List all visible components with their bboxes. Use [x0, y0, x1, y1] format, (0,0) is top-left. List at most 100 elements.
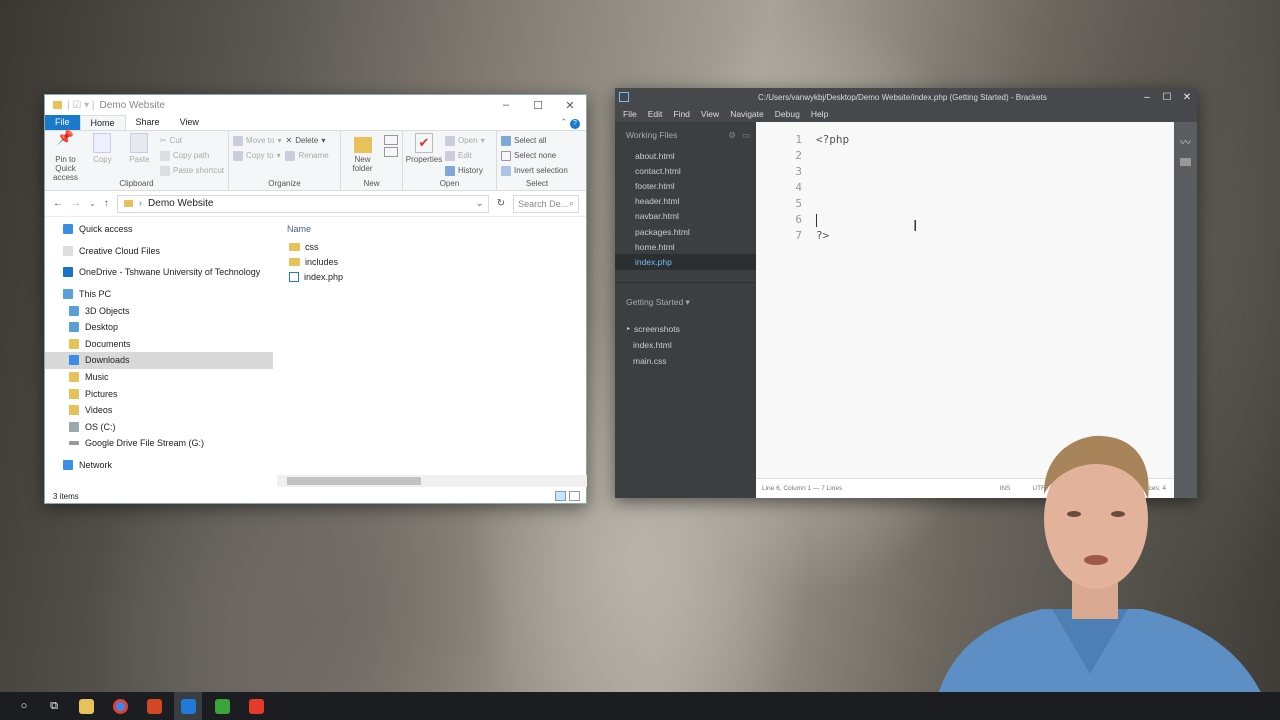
- maximize-button[interactable]: ☐: [1157, 92, 1177, 103]
- search-icon[interactable]: ○: [12, 692, 36, 720]
- rename-button[interactable]: Rename: [285, 148, 329, 163]
- nav-documents[interactable]: Documents: [45, 336, 273, 353]
- gear-icon[interactable]: ⚙: [728, 130, 736, 141]
- nav-google-drive[interactable]: Google Drive File Stream (G:): [45, 435, 273, 452]
- move-to-button[interactable]: Move to ▾: [233, 133, 281, 148]
- copy-to-button[interactable]: Copy to ▾: [233, 148, 281, 163]
- column-header-name[interactable]: Name: [277, 219, 586, 239]
- project-dropdown[interactable]: Getting Started ▾: [615, 297, 756, 311]
- working-file-navbar[interactable]: navbar.html: [615, 209, 756, 224]
- delete-icon: ✕: [285, 136, 293, 145]
- new-folder-button[interactable]: New folder: [346, 133, 380, 173]
- help-icon[interactable]: ⌃ ?: [554, 115, 586, 130]
- nav-3d-objects[interactable]: 3D Objects: [45, 302, 273, 319]
- quick-access-toolbar-icon[interactable]: | ☑ ▾ |: [67, 100, 95, 111]
- menu-view[interactable]: View: [701, 109, 719, 119]
- scrollbar-thumb[interactable]: [287, 477, 421, 485]
- details-view-icon[interactable]: [555, 491, 566, 501]
- nav-downloads[interactable]: Downloads: [45, 352, 273, 369]
- nav-music[interactable]: Music: [45, 369, 273, 386]
- split-view-icon[interactable]: ▭: [742, 130, 750, 141]
- menu-edit[interactable]: Edit: [648, 109, 663, 119]
- ribbon: 📌 Pin to Quick access Copy Paste ✂ Cut Cop…: [45, 130, 586, 191]
- paste-shortcut-button[interactable]: Paste shortcut: [159, 163, 224, 178]
- file-row-includes[interactable]: includes: [277, 254, 586, 269]
- menu-find[interactable]: Find: [673, 109, 690, 119]
- pin-button[interactable]: 📌 Pin to Quick access: [49, 130, 82, 182]
- working-file-home[interactable]: home.html: [615, 239, 756, 254]
- properties-button[interactable]: ✔ Properties: [406, 133, 442, 178]
- taskbar-file-explorer[interactable]: [72, 692, 100, 720]
- close-button[interactable]: ✕: [554, 99, 586, 112]
- nav-this-pc[interactable]: This PC: [45, 286, 273, 303]
- extension-manager-icon[interactable]: [1180, 158, 1191, 166]
- invert-selection-button[interactable]: Invert selection: [501, 163, 573, 178]
- nav-os-drive[interactable]: OS (C:): [45, 419, 273, 436]
- menu-debug[interactable]: Debug: [775, 109, 800, 119]
- taskbar-brackets[interactable]: [174, 692, 202, 720]
- taskbar-camtasia[interactable]: [208, 692, 236, 720]
- nav-pictures[interactable]: Pictures: [45, 385, 273, 402]
- working-file-footer[interactable]: footer.html: [615, 178, 756, 193]
- cut-button[interactable]: ✂ Cut: [160, 133, 224, 148]
- working-file-packages[interactable]: packages.html: [615, 224, 756, 239]
- project-folder-screenshots[interactable]: ▸ screenshots: [615, 321, 756, 337]
- nav-onedrive[interactable]: OneDrive - Tshwane University of Technol…: [45, 264, 273, 281]
- task-view-icon[interactable]: ⧉: [42, 692, 66, 720]
- forward-arrow-icon[interactable]: →: [71, 198, 81, 209]
- line-number: 7: [795, 229, 802, 242]
- minimize-button[interactable]: –: [1137, 92, 1157, 103]
- nav-videos[interactable]: Videos: [45, 402, 273, 419]
- refresh-icon[interactable]: ↻: [497, 198, 505, 209]
- working-file-contact[interactable]: contact.html: [615, 163, 756, 178]
- taskbar-chrome[interactable]: [106, 692, 134, 720]
- horizontal-scrollbar[interactable]: [277, 475, 587, 487]
- history-button[interactable]: History: [445, 163, 485, 178]
- tab-view[interactable]: View: [170, 115, 209, 130]
- large-icons-view-icon[interactable]: [569, 491, 580, 501]
- working-file-header[interactable]: header.html: [615, 194, 756, 209]
- menu-file[interactable]: File: [623, 109, 637, 119]
- ibeam-cursor-icon: I: [913, 218, 918, 235]
- new-item-icon[interactable]: [383, 135, 398, 145]
- tab-share[interactable]: Share: [126, 115, 170, 130]
- select-none-button[interactable]: Select none: [501, 148, 573, 163]
- edit-button[interactable]: Edit: [445, 148, 485, 163]
- open-button[interactable]: Open ▾: [445, 133, 485, 148]
- taskbar-recorder[interactable]: [242, 692, 270, 720]
- nav-desktop[interactable]: Desktop: [45, 319, 273, 336]
- tab-home[interactable]: Home: [79, 115, 126, 130]
- recent-chevron-icon[interactable]: ⌄: [89, 199, 96, 208]
- folder-icon: [53, 101, 62, 109]
- brackets-file-icon: [289, 271, 299, 282]
- maximize-button[interactable]: ☐: [522, 99, 554, 112]
- menu-help[interactable]: Help: [811, 109, 828, 119]
- delete-button[interactable]: ✕ Delete ▾: [285, 133, 328, 148]
- taskbar-powerpoint[interactable]: [140, 692, 168, 720]
- working-file-index-php[interactable]: index.php: [615, 254, 756, 270]
- address-bar[interactable]: › Demo Website ⌄: [116, 194, 489, 213]
- paste-button[interactable]: Paste: [123, 133, 156, 182]
- file-row-index-php[interactable]: index.php: [277, 269, 586, 284]
- search-input[interactable]: Search De... ⌕: [513, 194, 580, 213]
- back-arrow-icon[interactable]: ←: [53, 198, 63, 209]
- file-row-css[interactable]: css: [277, 239, 586, 254]
- nav-creative-cloud[interactable]: Creative Cloud Files: [45, 243, 273, 260]
- live-preview-icon[interactable]: 〰: [1174, 134, 1197, 150]
- minimize-button[interactable]: –: [490, 99, 522, 112]
- address-dropdown-icon[interactable]: ⌄: [475, 198, 487, 209]
- nav-network[interactable]: Network: [45, 457, 273, 474]
- select-all-button[interactable]: Select all: [501, 133, 573, 148]
- cube-icon: [69, 305, 79, 316]
- menu-navigate[interactable]: Navigate: [730, 109, 764, 119]
- copy-path-button[interactable]: Copy path: [159, 148, 224, 163]
- close-button[interactable]: ✕: [1177, 92, 1197, 103]
- tab-file[interactable]: File: [45, 115, 80, 130]
- nav-quick-access[interactable]: Quick access: [45, 221, 273, 238]
- up-arrow-icon[interactable]: ↑: [104, 198, 109, 209]
- copy-button[interactable]: Copy: [86, 133, 119, 182]
- project-file-main-css[interactable]: main.css: [615, 353, 756, 369]
- easy-access-icon[interactable]: [383, 147, 398, 157]
- project-file-index-html[interactable]: index.html: [615, 337, 756, 353]
- working-file-about[interactable]: about.html: [615, 148, 756, 163]
